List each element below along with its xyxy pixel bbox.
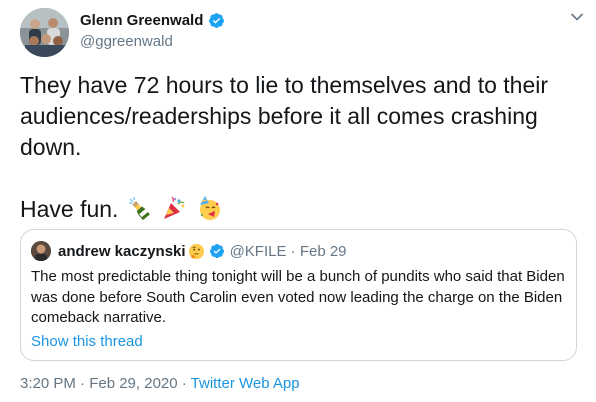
quoted-tweet-text: The most predictable thing tonight will … — [31, 267, 571, 329]
party-popper-icon — [164, 196, 185, 219]
author-display-name[interactable]: Glenn Greenwald — [80, 12, 203, 29]
quoted-text-line: was done before South Carolin even voted… — [31, 288, 563, 306]
tweet-text-line: Have fun. — [20, 194, 580, 225]
tweet-timestamp[interactable]: 3:20 PM · Feb 29, 2020 · — [20, 375, 191, 392]
author-avatar[interactable] — [20, 8, 69, 57]
tweet-text-line: audiences/readerships before it all come… — [20, 103, 538, 129]
author-block: Glenn Greenwald @ggreenwald — [80, 9, 225, 50]
partying-face-icon — [199, 196, 220, 220]
author-handle[interactable]: @ggreenwald — [80, 33, 225, 50]
quoted-author-name: andrew kaczynski — [58, 242, 186, 260]
verified-badge-icon — [209, 12, 225, 28]
quoted-author-avatar — [31, 241, 51, 261]
quoted-text-line: The most predictable thing tonight will … — [31, 268, 565, 285]
bottle-with-popping-cork-icon — [128, 197, 150, 221]
chevron-down-icon[interactable] — [570, 12, 584, 22]
tweet: Glenn Greenwald @ggreenwald They have 72… — [0, 0, 596, 402]
quoted-tweet[interactable]: andrew kaczynski @KFILE · Feb 29 The mos… — [20, 229, 577, 361]
quoted-text-line: comeback narrative. — [31, 309, 167, 326]
quoted-handle-date: @KFILE · Feb 29 — [229, 242, 347, 260]
quoted-tweet-header: andrew kaczynski @KFILE · Feb 29 — [31, 241, 347, 261]
tweet-text: They have 72 hours to lie to themselves … — [20, 70, 580, 225]
tweet-source-link[interactable]: Twitter Web App — [191, 375, 300, 392]
tweet-text-line: They have 72 hours to lie to themselves … — [20, 72, 549, 98]
verified-badge-icon — [209, 244, 224, 258]
show-thread-link[interactable]: Show this thread — [31, 333, 143, 350]
tweet-closing-text: Have fun. — [20, 196, 119, 222]
tweet-metadata: 3:20 PM · Feb 29, 2020 · Twitter Web App — [20, 375, 300, 392]
thinking-face-icon — [188, 243, 204, 259]
tweet-text-line: down. — [20, 134, 82, 160]
